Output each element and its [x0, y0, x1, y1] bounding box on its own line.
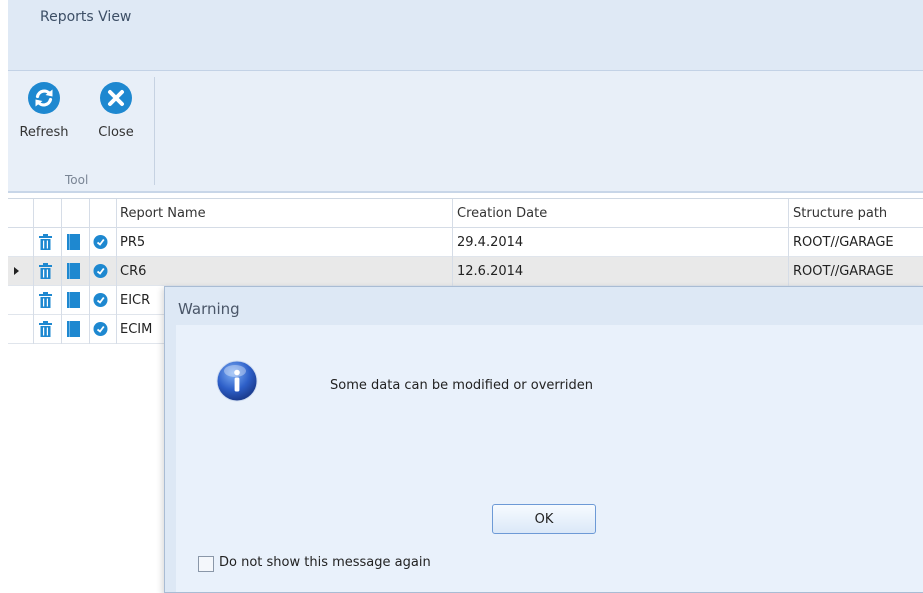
creation-date-cell: 12.6.2014 — [457, 264, 524, 279]
clock-icon[interactable] — [93, 321, 108, 337]
creation-date-cell: 29.4.2014 — [457, 235, 524, 250]
column-header-creation-date[interactable]: Creation Date — [457, 206, 547, 221]
column-header-structure-path[interactable]: Structure path — [793, 206, 887, 221]
info-icon — [216, 360, 258, 402]
do-not-show-checkbox[interactable] — [198, 556, 214, 572]
table-row-selected[interactable]: CR6 12.6.2014 ROOT//GARAGE — [8, 257, 923, 286]
refresh-label: Refresh — [19, 125, 69, 140]
report-name-cell: CR6 — [120, 264, 147, 279]
clock-icon[interactable] — [93, 234, 108, 250]
dialog-body: Some data can be modified or overriden O… — [176, 325, 923, 592]
book-icon[interactable] — [66, 321, 81, 337]
book-icon[interactable] — [66, 263, 81, 279]
window-titlebar: Reports View — [8, 0, 923, 71]
row-pointer-icon — [14, 267, 19, 275]
grid-divider — [452, 199, 453, 287]
grid-divider — [33, 199, 34, 344]
ribbon-toolbar: Refresh Close Tool — [8, 71, 923, 193]
clock-icon[interactable] — [93, 263, 108, 279]
ok-button[interactable]: OK — [492, 504, 596, 534]
trash-icon[interactable] — [38, 263, 53, 279]
trash-icon[interactable] — [38, 292, 53, 308]
ribbon-group-separator — [154, 77, 155, 185]
table-row[interactable]: PR5 29.4.2014 ROOT//GARAGE — [8, 228, 923, 257]
book-icon[interactable] — [66, 292, 81, 308]
clock-icon[interactable] — [93, 292, 108, 308]
trash-icon[interactable] — [38, 321, 53, 337]
report-name-cell: PR5 — [120, 235, 146, 250]
warning-dialog: Warning Some data can be modified or ove… — [164, 286, 923, 593]
report-name-cell: EICR — [120, 293, 151, 308]
report-name-cell: ECIM — [120, 322, 153, 337]
window-title: Reports View — [40, 9, 132, 25]
close-button[interactable]: Close — [88, 80, 144, 160]
trash-icon[interactable] — [38, 234, 53, 250]
close-icon — [100, 82, 132, 114]
grid-divider — [116, 199, 117, 344]
grid-divider — [89, 199, 90, 344]
ribbon-group-label: Tool — [65, 173, 89, 187]
structure-path-cell: ROOT//GARAGE — [793, 235, 894, 250]
grid-divider — [788, 199, 789, 287]
book-icon[interactable] — [66, 234, 81, 250]
do-not-show-label[interactable]: Do not show this message again — [219, 555, 431, 570]
column-header-report-name[interactable]: Report Name — [120, 206, 206, 221]
close-label: Close — [98, 125, 134, 140]
grid-header: Report Name Creation Date Structure path — [8, 199, 923, 228]
dialog-message: Some data can be modified or overriden — [330, 378, 593, 393]
grid-divider — [61, 199, 62, 344]
refresh-button[interactable]: Refresh — [16, 80, 72, 160]
dialog-title: Warning — [178, 300, 240, 318]
structure-path-cell: ROOT//GARAGE — [793, 264, 894, 279]
refresh-icon — [28, 82, 60, 114]
